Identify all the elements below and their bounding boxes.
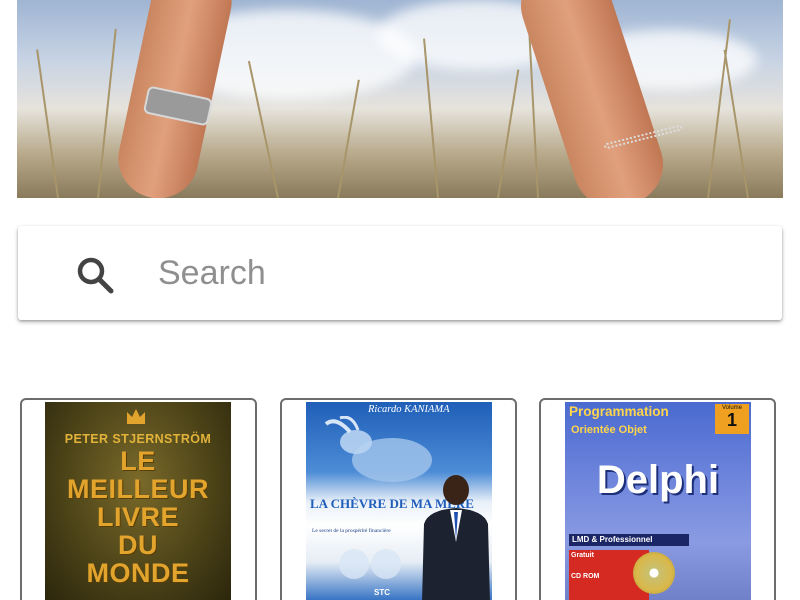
search-input[interactable] [158,250,718,296]
book-subtitle: Le secret de la prospérité financière [312,528,391,534]
search-icon[interactable] [74,254,118,298]
book-cover[interactable]: Programmation Orientée Objet Volume 1 De… [565,402,751,600]
book-author: Ricardo KANIAMA [368,404,450,415]
volume-number: 1 [726,410,737,430]
media-label: CD ROM [571,573,600,580]
book-author: PETER STJERNSTRÖM [64,432,212,446]
author-photo [422,475,490,600]
book-series-line: Orientée Objet [571,424,647,436]
book-band: LMD & Professionnel [569,534,689,546]
book-cover[interactable]: Ricardo KANIAMA LA CHÈVRE DE MA MÈRE Le … [306,402,492,600]
volume-badge: Volume 1 [715,404,749,434]
book-card[interactable]: Ricardo KANIAMA LA CHÈVRE DE MA MÈRE Le … [280,398,517,600]
book-publisher: STC [374,588,390,597]
book-series-line: Programmation [569,404,669,419]
book-card[interactable]: Programmation Orientée Objet Volume 1 De… [539,398,776,600]
crown-icon [127,409,145,424]
book-title-line: MEILLEUR [67,474,209,504]
book-title-line: MONDE [86,558,190,588]
book-title: Delphi [596,458,720,502]
book-cover[interactable]: PETER STJERNSTRÖM LE MEILLEUR LIVRE DU M… [45,402,231,600]
screen: PETER STJERNSTRÖM LE MEILLEUR LIVRE DU M… [0,0,800,600]
book-title-line: LIVRE [96,502,179,532]
currency-symbols [339,549,401,579]
book-title-line: LE [120,446,156,476]
cd-icon [633,552,675,594]
free-badge-label: Gratuit [571,552,594,559]
book-title-line: DU [118,530,158,560]
book-card[interactable]: PETER STJERNSTRÖM LE MEILLEUR LIVRE DU M… [20,398,257,600]
banner-image [17,0,783,198]
search-bar[interactable] [18,226,782,320]
